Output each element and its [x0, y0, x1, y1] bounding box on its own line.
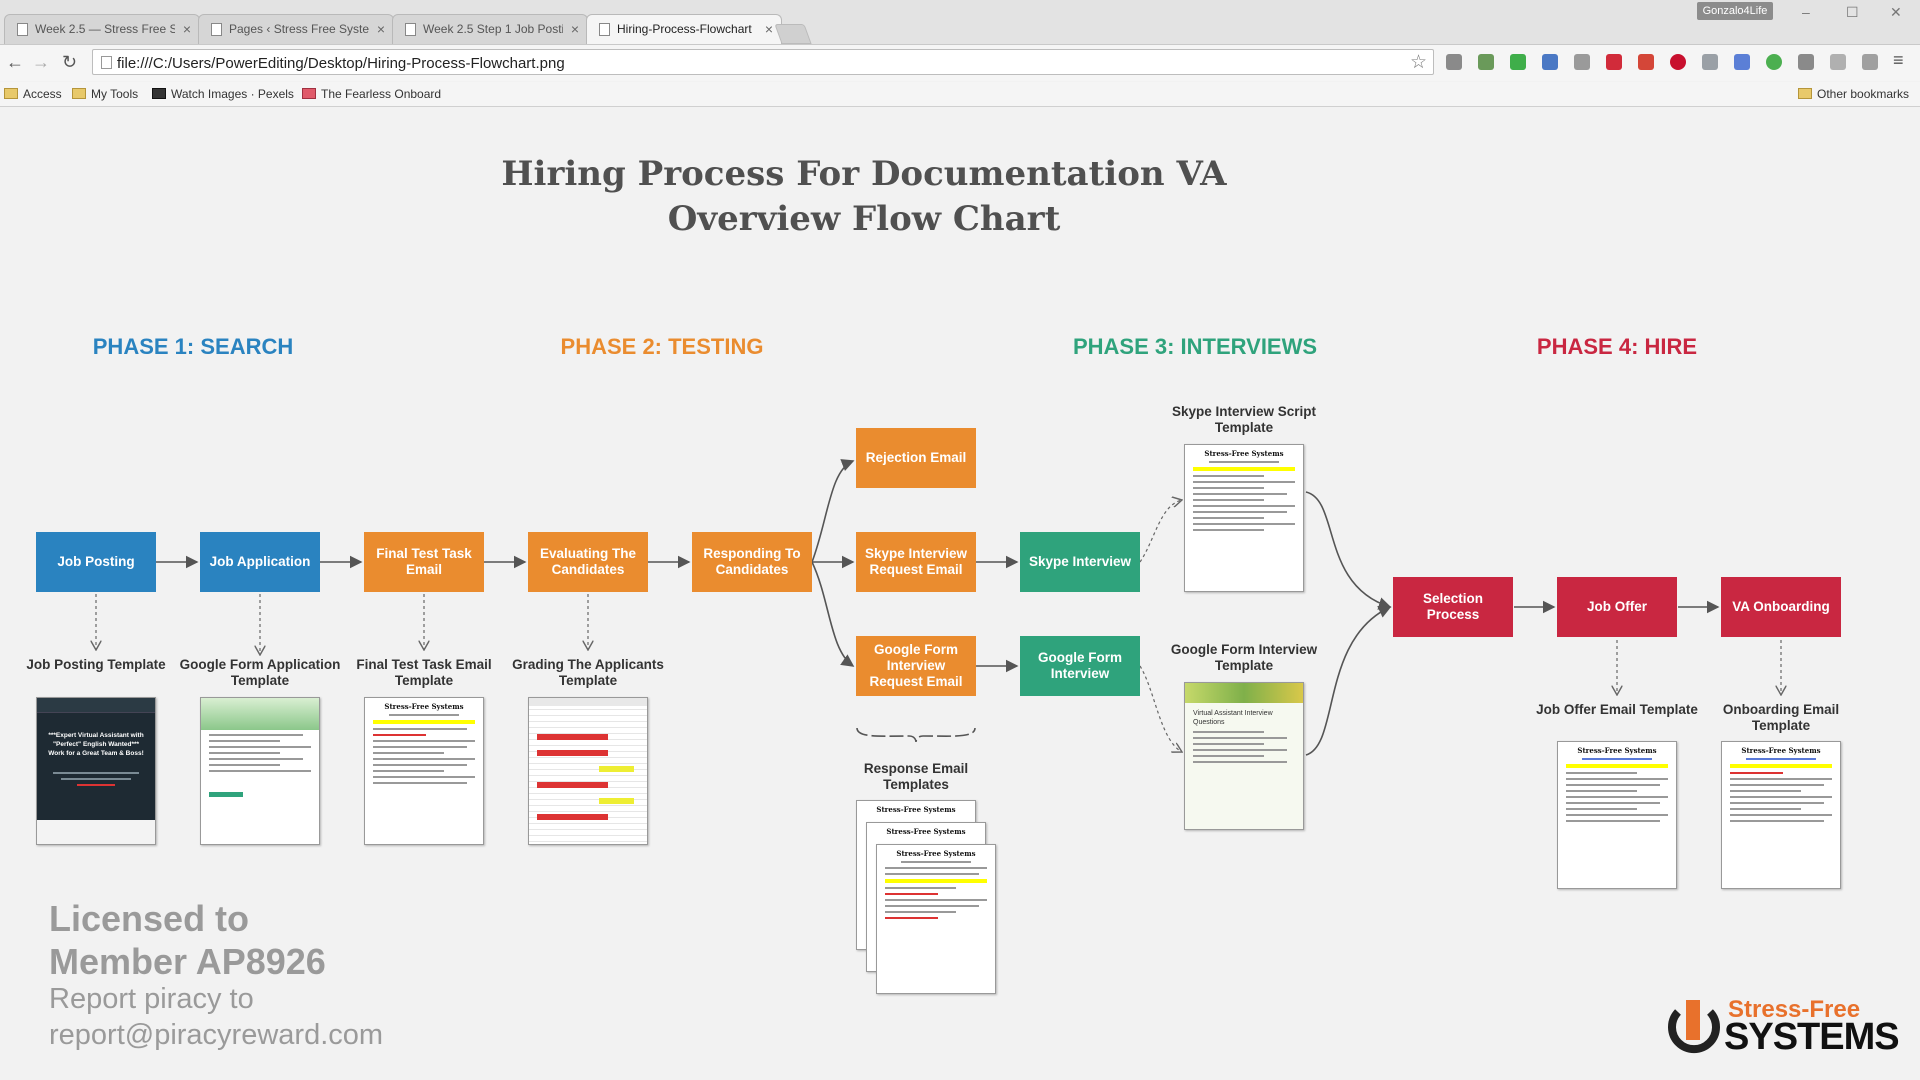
caption-onboarding-template: Onboarding Email Template [1722, 702, 1840, 733]
step-selection-process: Selection Process [1393, 577, 1513, 637]
caption-response-email-templates: Response Email Templates [863, 761, 969, 792]
step-job-posting: Job Posting [36, 532, 156, 592]
step-gform-interview: Google Form Interview [1020, 636, 1140, 696]
step-skype-interview: Skype Interview [1020, 532, 1140, 592]
response-brace [856, 727, 976, 743]
leaf-banner-image [1185, 683, 1303, 703]
response-email-doc-3: Stress-Free Systems [876, 844, 996, 994]
caption-gform-application-template: Google Form Application Template [179, 657, 341, 688]
license-line-2: Member AP8926 [49, 941, 326, 982]
job-post-thumb-text: ***Expert Virtual Assistant with "Perfec… [48, 732, 144, 757]
job-posting-thumbnail: ***Expert Virtual Assistant with "Perfec… [36, 697, 156, 845]
piracy-line-2: report@piracyreward.com [49, 1019, 384, 1051]
step-job-offer: Job Offer [1557, 577, 1677, 637]
step-evaluating-candidates: Evaluating The Candidates [528, 532, 648, 592]
gform-application-thumbnail [200, 697, 320, 845]
caption-grading-template: Grading The Applicants Template [512, 657, 664, 688]
onboarding-thumbnail: Stress-Free Systems [1721, 741, 1841, 889]
caption-job-offer-template: Job Offer Email Template [1536, 702, 1698, 717]
piracy-line-1: Report piracy to [49, 983, 254, 1015]
skype-script-thumbnail: Stress-Free Systems [1184, 444, 1304, 592]
step-responding-candidates: Responding To Candidates [692, 532, 812, 592]
thumb-header-bar [37, 698, 155, 713]
grading-spreadsheet-thumbnail [528, 697, 648, 845]
logo-emblem-icon [1668, 1000, 1720, 1054]
caption-skype-script-template: Skype Interview Script Template [1171, 404, 1317, 435]
step-rejection-email: Rejection Email [856, 428, 976, 488]
caption-job-posting-template: Job Posting Template [26, 657, 166, 672]
job-offer-thumbnail: Stress-Free Systems [1557, 741, 1677, 889]
step-job-application: Job Application [200, 532, 320, 592]
step-va-onboarding: VA Onboarding [1721, 577, 1841, 637]
step-final-test-task-email: Final Test Task Email [364, 532, 484, 592]
step-skype-request-email: Skype Interview Request Email [856, 532, 976, 592]
caption-final-test-template: Final Test Task Email Template [356, 657, 492, 688]
final-test-thumbnail: Stress-Free Systems [364, 697, 484, 845]
gform-thumb-text: Virtual Assistant Interview Questions [1193, 710, 1273, 726]
caption-gform-interview-template: Google Form Interview Template [1170, 642, 1318, 673]
step-gform-request-email: Google Form Interview Request Email [856, 636, 976, 696]
forest-banner-image [201, 698, 319, 730]
gform-interview-thumbnail: Virtual Assistant Interview Questions [1184, 682, 1304, 830]
license-line-1: Licensed to [49, 898, 250, 939]
stress-free-systems-logo: Stress-Free SYSTEMS [1664, 994, 1900, 1058]
